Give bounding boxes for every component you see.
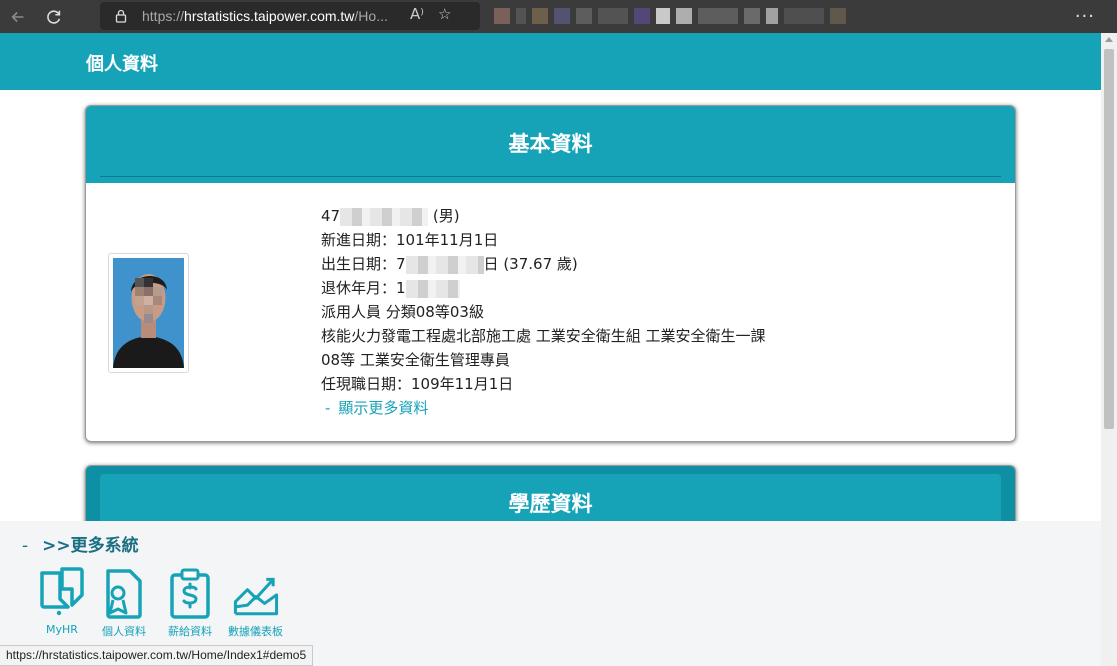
refresh-icon [47,9,61,24]
birth-date-row: 出生日期：7 日 (37.67 歲) [321,255,578,274]
page-title: 個人資料 [86,54,158,75]
refresh-button[interactable] [36,0,72,33]
read-aloud-icon[interactable]: A⁾ [410,5,424,23]
person-photo-icon [113,258,184,368]
show-more-link[interactable]: - 顯示更多資料 [325,399,428,417]
back-button[interactable] [0,0,36,33]
basic-info-card-header: 基本資料 [86,106,1015,183]
redacted-block [405,255,484,274]
salary-icon [170,568,210,619]
current-position-date: 任現職日期：109年11月1日 [321,375,514,393]
browser-toolbar: https://hrstatistics.taipower.com.tw/Ho.… [0,0,1117,33]
system-myhr[interactable]: MyHR [38,567,86,636]
vertical-scrollbar[interactable] [1101,33,1117,666]
system-personal-data[interactable]: 個人資料 [100,567,148,639]
scroll-thumb[interactable] [1104,49,1114,429]
divider [100,176,1001,177]
more-systems-toggle[interactable]: - >>更多系統 [22,531,139,556]
system-dashboard[interactable]: 數據儀表板 [228,567,283,639]
education-title: 學歷資料 [508,492,593,516]
system-salary[interactable]: 薪給資料 [166,567,214,639]
job-position: 08等 工業安全衛生管理專員 [321,351,510,369]
arrow-left-icon [11,11,24,22]
profile-photo [108,253,189,373]
blurred-favorites [494,4,1074,28]
browser-menu-button[interactable]: ··· [1075,6,1095,27]
address-url: https://hrstatistics.taipower.com.tw/Ho.… [142,8,388,24]
redacted-block [340,207,429,226]
redacted-block [405,279,460,298]
retire-date-row: 退休年月：1 [321,276,766,300]
lock-icon [115,9,127,23]
personal-info: 47 (男) 新進日期：101年11月1日 出生日期：7 日 (37.67 歲) … [321,204,766,420]
employee-category: 派用人員 分類08等03級 [321,303,484,321]
dashboard-chart-icon [233,577,278,616]
personal-file-icon [106,569,142,619]
avatar [113,258,184,368]
department: 核能火力發電工程處北部施工處 工業安全衛生組 工業安全衛生一課 [321,327,766,345]
name-row: 47 (男) [321,207,460,226]
scroll-up-arrow-icon[interactable] [1105,37,1113,42]
basic-info-card: 基本資料 47 (男) 新進日期：101年11月1日 出生日期：7 日 (37.6… [85,105,1016,442]
status-bar-url: https://hrstatistics.taipower.com.tw/Hom… [0,645,314,666]
page-header: 個人資料 [0,33,1101,90]
hire-date-row: 新進日期：101年11月1日 [321,231,499,249]
basic-info-title: 基本資料 [508,132,593,156]
favorite-add-icon[interactable]: ☆ [438,5,451,23]
myhr-icon [40,567,84,616]
